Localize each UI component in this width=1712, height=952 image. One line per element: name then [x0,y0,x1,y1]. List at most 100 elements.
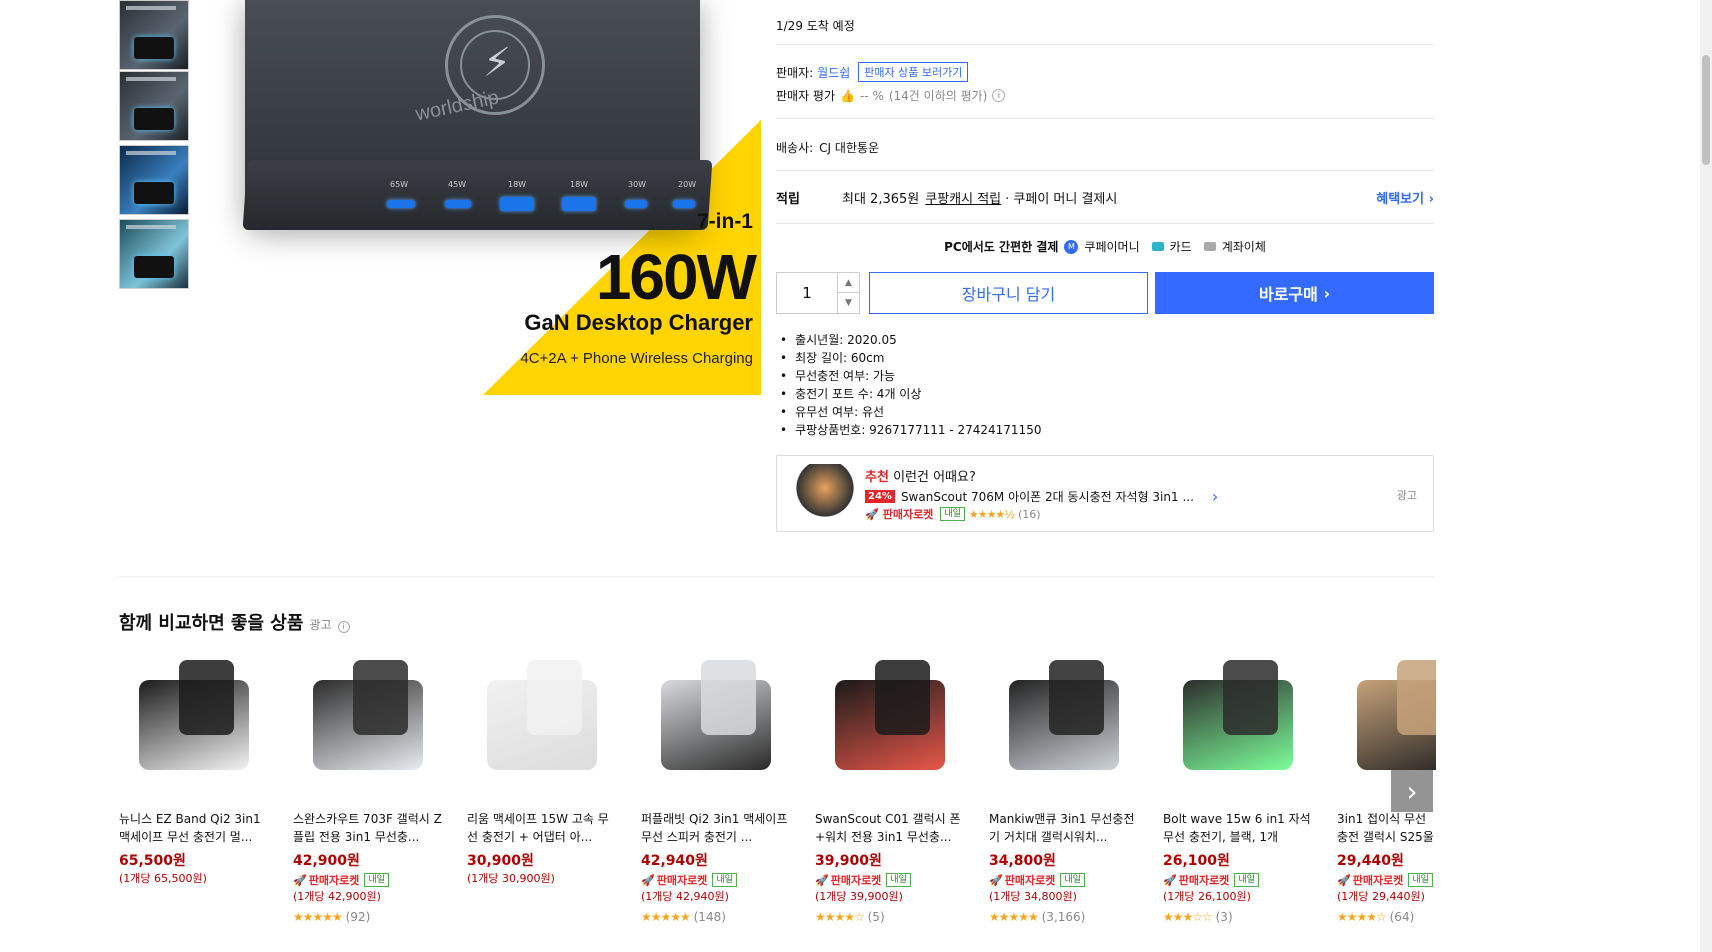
product-price: 42,940원 [641,853,708,869]
thumbnail-1[interactable] [119,0,189,70]
seller-name-link[interactable]: 월드쉽 [817,64,850,81]
product-card[interactable]: Bolt wave 15w 6 in1 자석 무선 충전기, 블랙, 1개 26,… [1163,650,1313,924]
tomorrow-badge: 내일 [712,873,737,887]
port-label: 45W [448,180,467,189]
product-image[interactable] [989,650,1139,800]
product-name[interactable]: Bolt wave 15w 6 in1 자석 무선 충전기, 블랙, 1개 [1163,810,1313,846]
thumbnail-2[interactable] [119,71,189,141]
product-name[interactable]: 3in1 접이식 무선충전 갤럭시 S25울트라/S24 [1337,810,1436,846]
product-card[interactable]: 스완스카우트 703F 갤럭시 Z플립 전용 3in1 무선충... 42,900… [293,650,443,924]
review-count: (64) [1389,910,1415,924]
divider [776,170,1434,171]
product-card[interactable]: Mankiw맨큐 3in1 무선충전기 거치대 갤럭시워치... 34,800원 🚀… [989,650,1139,924]
unit-price: (1개당 30,900원) [467,872,555,885]
delivery-eta: 1/29 도착 예정 [776,19,855,33]
product-price: 42,900원 [293,853,360,869]
seller-rocket-label: 판매자로켓 [1178,874,1230,887]
seller-rocket-label: 판매자로켓 [1352,874,1404,887]
rocket-icon: 🚀 [989,873,1003,887]
unit-price: (1개당 42,940원) [641,890,729,903]
increment-icon[interactable]: ▲ [837,273,859,293]
spec-item: 무선충전 여부: 가능 [780,367,1041,385]
recommendation-tag: 추천 [865,470,889,485]
scrollbar-thumb[interactable] [1702,55,1710,165]
product-image[interactable] [119,650,269,800]
review-count: (16) [1017,507,1041,521]
unit-price: (1개당 65,500원) [119,872,207,885]
seller-rocket-label: 판매자로켓 [656,874,708,887]
chevron-right-icon: › [1428,192,1434,207]
usb-a-port [562,197,596,211]
seller-rocket-label: 판매자로켓 [308,874,360,887]
port-label: 18W [570,180,589,189]
product-name[interactable]: SwanScout C01 갤럭시 폰+워치 전용 3in1 무선충... [815,810,965,846]
decrement-icon[interactable]: ▼ [837,293,859,313]
coupang-cash-link[interactable]: 쿠팡캐시 적립 [925,188,1001,207]
tomorrow-badge: 내일 [1234,873,1259,887]
points-max: 최대 2,365원 [842,192,920,207]
points-condition: · 쿠페이 머니 결제시 [1005,192,1118,207]
product-image[interactable] [815,650,965,800]
thumbnail-4[interactable] [119,219,189,289]
product-price: 65,500원 [119,853,186,869]
seller-products-button[interactable]: 판매자 상품 보러가기 [858,62,969,82]
product-image[interactable] [467,650,617,800]
product-price: 34,800원 [989,853,1056,869]
payment-coupay: 쿠페이머니 [1084,240,1140,254]
section-divider [119,576,1434,577]
tomorrow-badge: 내일 [1060,873,1085,887]
recommendation-image [795,464,855,524]
recommendation-box[interactable]: 추천 이런건 어때요? 24% SwanScout 706M 아이폰 2대 동시… [776,455,1434,532]
add-to-cart-button[interactable]: 장바구니 담기 [869,272,1148,314]
rocket-icon: 🚀 [1337,873,1351,887]
product-name[interactable]: 리움 맥세이프 15W 고속 무선 충전기 + 어댑터 아... [467,810,617,846]
recommendation-name[interactable]: SwanScout 706M 아이폰 2대 동시충전 자석형 3in1 ... [901,488,1194,505]
unit-price: (1개당 34,800원) [989,890,1077,903]
spec-item: 유무선 여부: 유선 [780,403,1041,421]
compare-title: 함께 비교하면 좋을 상품 [119,613,304,634]
thumbs-up-icon: 👍 [840,88,855,103]
seller-label: 판매자: [776,65,814,80]
port-label: 30W [628,180,647,189]
unit-price: (1개당 26,100원) [1163,890,1251,903]
product-card[interactable]: 퍼플래빗 Qi2 3in1 맥세이프 무선 스피커 충전기 ... 42,940원… [641,650,791,924]
benefits-link-label: 혜택보기 [1376,192,1425,207]
rocket-icon: 🚀 [293,873,307,887]
product-image[interactable] [1163,650,1313,800]
product-name[interactable]: 스완스카우트 703F 갤럭시 Z플립 전용 3in1 무선충... [293,810,443,846]
product-name[interactable]: 뉴니스 EZ Band Qi2 3in1 맥세이프 무선 충전기 멀... [119,810,269,846]
quantity-stepper[interactable]: 1 ▲ ▼ [776,272,860,314]
thumbnail-3[interactable] [119,145,189,215]
benefits-link[interactable]: 혜택보기 › [1376,188,1434,207]
product-name[interactable]: 퍼플래빗 Qi2 3in1 맥세이프 무선 스피커 충전기 ... [641,810,791,846]
product-card[interactable]: SwanScout C01 갤럭시 폰+워치 전용 3in1 무선충... 39,… [815,650,965,924]
buy-now-button[interactable]: 바로구매 › [1155,272,1434,314]
product-image[interactable] [641,650,791,800]
info-icon[interactable]: i [992,89,1006,102]
tomorrow-badge: 내일 [940,507,965,521]
info-icon[interactable]: i [337,620,350,633]
hero-line-4: 4C+2A + Phone Wireless Charging [520,350,753,367]
usb-c-port [387,200,415,208]
divider [776,223,1434,224]
payment-title: PC에서도 간편한 결제 [944,240,1059,254]
lightning-icon: ⚡ [483,40,512,86]
rocket-icon: 🚀 [1163,873,1177,887]
points-label: 적립 [776,192,800,207]
shipping-label: 배송사: [776,141,814,155]
unit-price: (1개당 39,900원) [815,890,903,903]
product-card[interactable]: 리움 맥세이프 15W 고속 무선 충전기 + 어댑터 아... 30,900원 (… [467,650,617,886]
discount-badge: 24% [865,490,895,503]
product-name[interactable]: Mankiw맨큐 3in1 무선충전기 거치대 갤럭시워치... [989,810,1139,846]
usb-c-port [445,200,471,208]
spec-item: 최장 길이: 60cm [780,349,1041,367]
quantity-input[interactable]: 1 [777,273,837,313]
carousel-next-button[interactable]: › [1391,770,1433,812]
rating-stars: ★★★★★ [293,910,343,924]
product-image[interactable] [293,650,443,800]
tomorrow-badge: 내일 [886,873,911,887]
product-card[interactable]: 뉴니스 EZ Band Qi2 3in1 맥세이프 무선 충전기 멀... 65,… [119,650,269,886]
chevron-right-icon[interactable]: › [1212,487,1218,506]
spec-list: 출시년월: 2020.05 최장 길이: 60cm 무선충전 여부: 가능 충전… [780,331,1041,439]
payment-card: 카드 [1169,240,1192,254]
